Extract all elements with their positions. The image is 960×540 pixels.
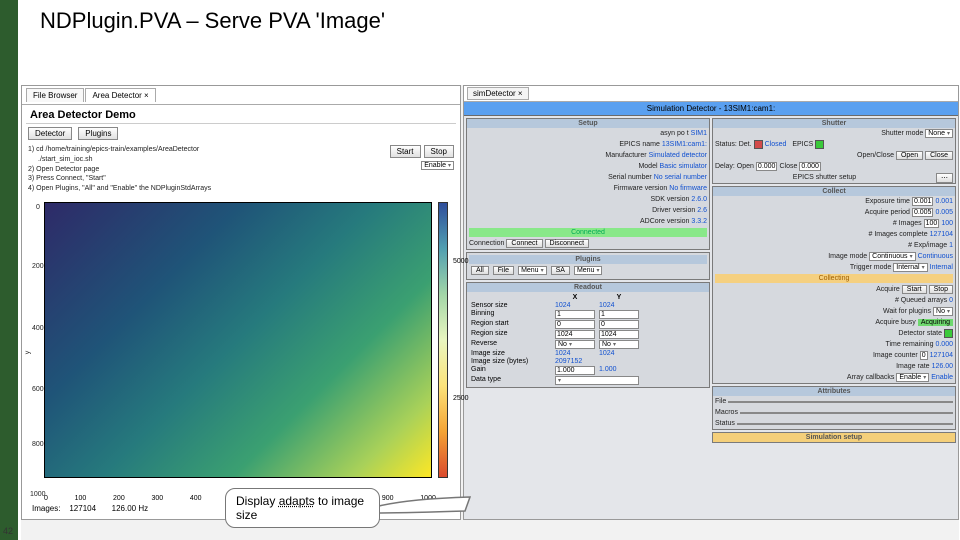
collect-section: Collect Exposure time0.0010.001 Acquire … [712, 186, 956, 384]
connect-button[interactable]: Connect [506, 239, 542, 248]
epics-shutter-button[interactable]: ⋯ [936, 173, 953, 183]
plugins-button[interactable]: Plugins [78, 127, 118, 140]
image-mode-combo[interactable]: Continuous [869, 252, 915, 261]
rsz-x-input[interactable]: 1024 [555, 330, 595, 339]
enable-combo[interactable]: Enable [421, 161, 454, 170]
rsz-y-input[interactable]: 1024 [599, 330, 639, 339]
connected-status: Connected [469, 228, 707, 237]
left-panel: File Browser Area Detector × Area Detect… [21, 85, 461, 520]
acq-period-input[interactable]: 0.005 [912, 208, 934, 217]
dtype-combo[interactable] [555, 376, 639, 385]
plugin-menu1[interactable]: Menu [518, 266, 547, 275]
plugin-sa-button[interactable]: SA [551, 266, 570, 275]
rev-y-combo[interactable]: No [599, 340, 639, 349]
plugin-section: Plugins All File Menu SA Menu [466, 252, 710, 280]
detector-button[interactable]: Detector [28, 127, 72, 140]
trigger-mode-combo[interactable]: Internal [893, 263, 927, 272]
attributes-section: Attributes File Macros Status [712, 386, 956, 430]
shutter-mode-combo[interactable]: None [925, 129, 953, 138]
acquire-busy-status: Acquiring [918, 319, 953, 326]
shutter-epics-led [815, 140, 824, 149]
gain-input[interactable]: 1.000 [555, 366, 595, 375]
instr-1b: ./start_sim_ioc.sh [28, 155, 386, 165]
footer-images-value: 127104 [69, 504, 96, 513]
callout-box: Display adapts to image size [225, 488, 380, 528]
heatmap-canvas[interactable] [44, 202, 432, 478]
nimages-input[interactable]: 100 [924, 219, 940, 228]
readout-section: Readout XY Sensor size10241024 Binning11… [466, 282, 710, 388]
attr-status [737, 423, 953, 425]
shutter-det-led [754, 140, 763, 149]
right-title: Simulation Detector - 13SIM1:cam1: [464, 102, 958, 116]
instr-3: 3) Press Connect, "Start" [28, 174, 386, 184]
shutter-open-button[interactable]: Open [896, 151, 923, 160]
plugin-file-button[interactable]: File [493, 266, 514, 275]
bin-y-input[interactable]: 1 [599, 310, 639, 319]
panel-title-left: Area Detector Demo [26, 107, 456, 124]
callout-tail [375, 495, 475, 525]
acquire-stop-button[interactable]: Stop [929, 285, 953, 294]
right-panel: simDetector × Simulation Detector - 13SI… [463, 85, 959, 520]
bin-x-input[interactable]: 1 [555, 310, 595, 319]
shutter-close-button[interactable]: Close [925, 151, 953, 160]
simulation-section: Simulation setup [712, 432, 956, 443]
instr-1: 1) cd /home/training/epics-train/example… [28, 145, 386, 155]
attr-file-input[interactable] [728, 401, 953, 403]
array-callbacks-combo[interactable]: Enable [896, 373, 929, 382]
rs-x-input[interactable]: 0 [555, 320, 595, 329]
wait-plugins-combo[interactable]: No [933, 307, 953, 316]
cbar-high: 5000 [453, 258, 469, 265]
detector-state-led [944, 329, 953, 338]
start-button[interactable]: Start [390, 145, 421, 158]
slide-title: NDPlugin.PVA – Serve PVA 'Image' [40, 8, 385, 34]
delay-open-input[interactable]: 0.000 [756, 162, 778, 171]
shutter-section: Shutter Shutter modeNone Status: Det.Clo… [712, 118, 956, 184]
delay-close-input[interactable]: 0.000 [799, 162, 821, 171]
image-counter-input[interactable]: 0 [920, 351, 928, 360]
plugin-all-button[interactable]: All [471, 266, 489, 275]
cbar-low: 2500 [453, 395, 469, 402]
instr-2: 2) Open Detector page [28, 165, 386, 175]
tab-simdetector[interactable]: simDetector × [467, 87, 529, 100]
setup-section: Setup asyn po tSIM1 EPICS name13SIM1:cam… [466, 118, 710, 250]
tab-file-browser[interactable]: File Browser [26, 88, 84, 102]
disconnect-button[interactable]: Disconnect [545, 239, 590, 248]
acquire-start-button[interactable]: Start [902, 285, 927, 294]
setup-heading: Setup [467, 119, 709, 128]
plugin-menu2[interactable]: Menu [574, 266, 603, 275]
exposure-input[interactable]: 0.001 [912, 197, 934, 206]
footer-rate: 126.00 Hz [112, 504, 148, 513]
rev-x-combo[interactable]: No [555, 340, 595, 349]
tab-area-detector[interactable]: Area Detector × [85, 88, 155, 102]
collecting-status: Collecting [715, 274, 953, 283]
rs-y-input[interactable]: 0 [599, 320, 639, 329]
footer-images-label: Images: [32, 504, 60, 513]
plot-area: y 0 200 400 600 800 1000 5000 2500 01002… [26, 196, 456, 502]
instr-4: 4) Open Plugins, "All" and "Enable" the … [28, 184, 386, 194]
attr-macros-input[interactable] [740, 412, 953, 414]
y-axis-label: y [24, 351, 31, 355]
colorbar: 5000 2500 [438, 202, 448, 478]
stop-button[interactable]: Stop [424, 145, 454, 158]
page-number: 42 [3, 526, 13, 536]
